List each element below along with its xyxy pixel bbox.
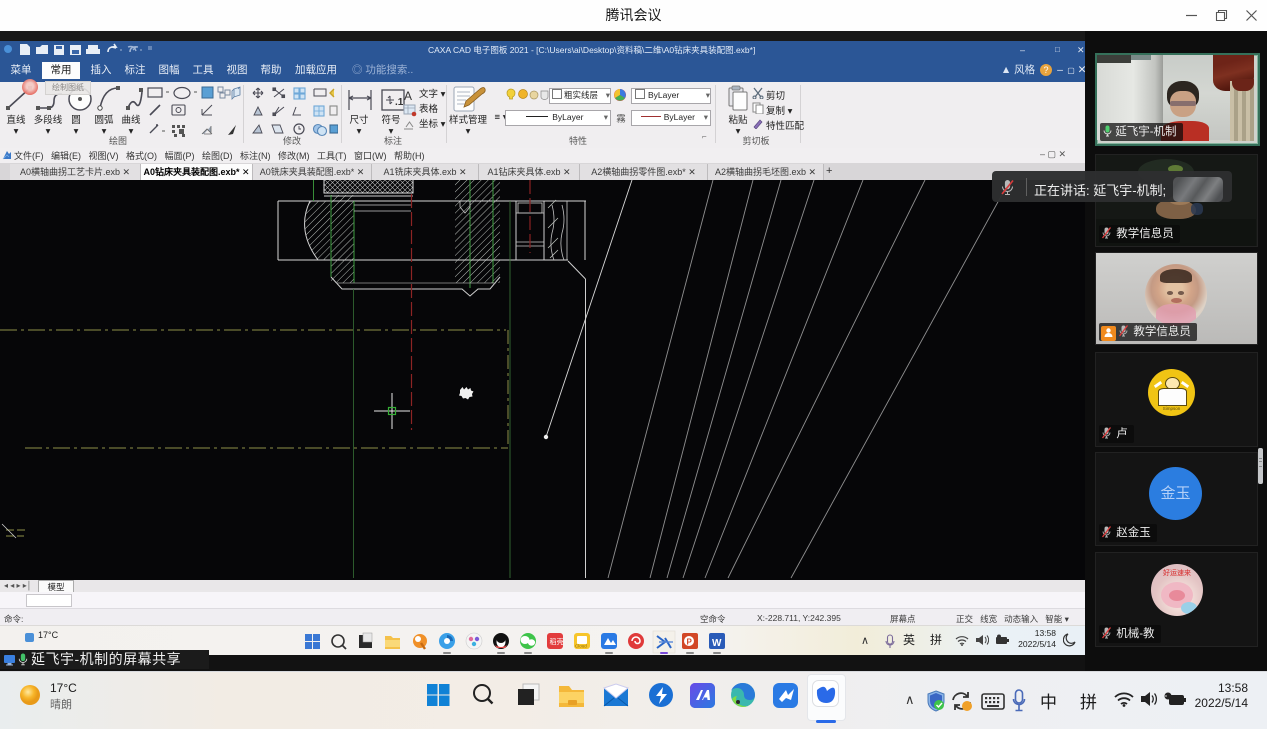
svg-text:.1: .1 (395, 97, 404, 108)
svg-text:P: P (687, 638, 693, 647)
svg-text:稻壳: 稻壳 (550, 637, 564, 646)
svg-text:Cloud: Cloud (575, 644, 587, 649)
svg-text:A: A (404, 89, 412, 103)
svg-text:W: W (712, 638, 722, 649)
